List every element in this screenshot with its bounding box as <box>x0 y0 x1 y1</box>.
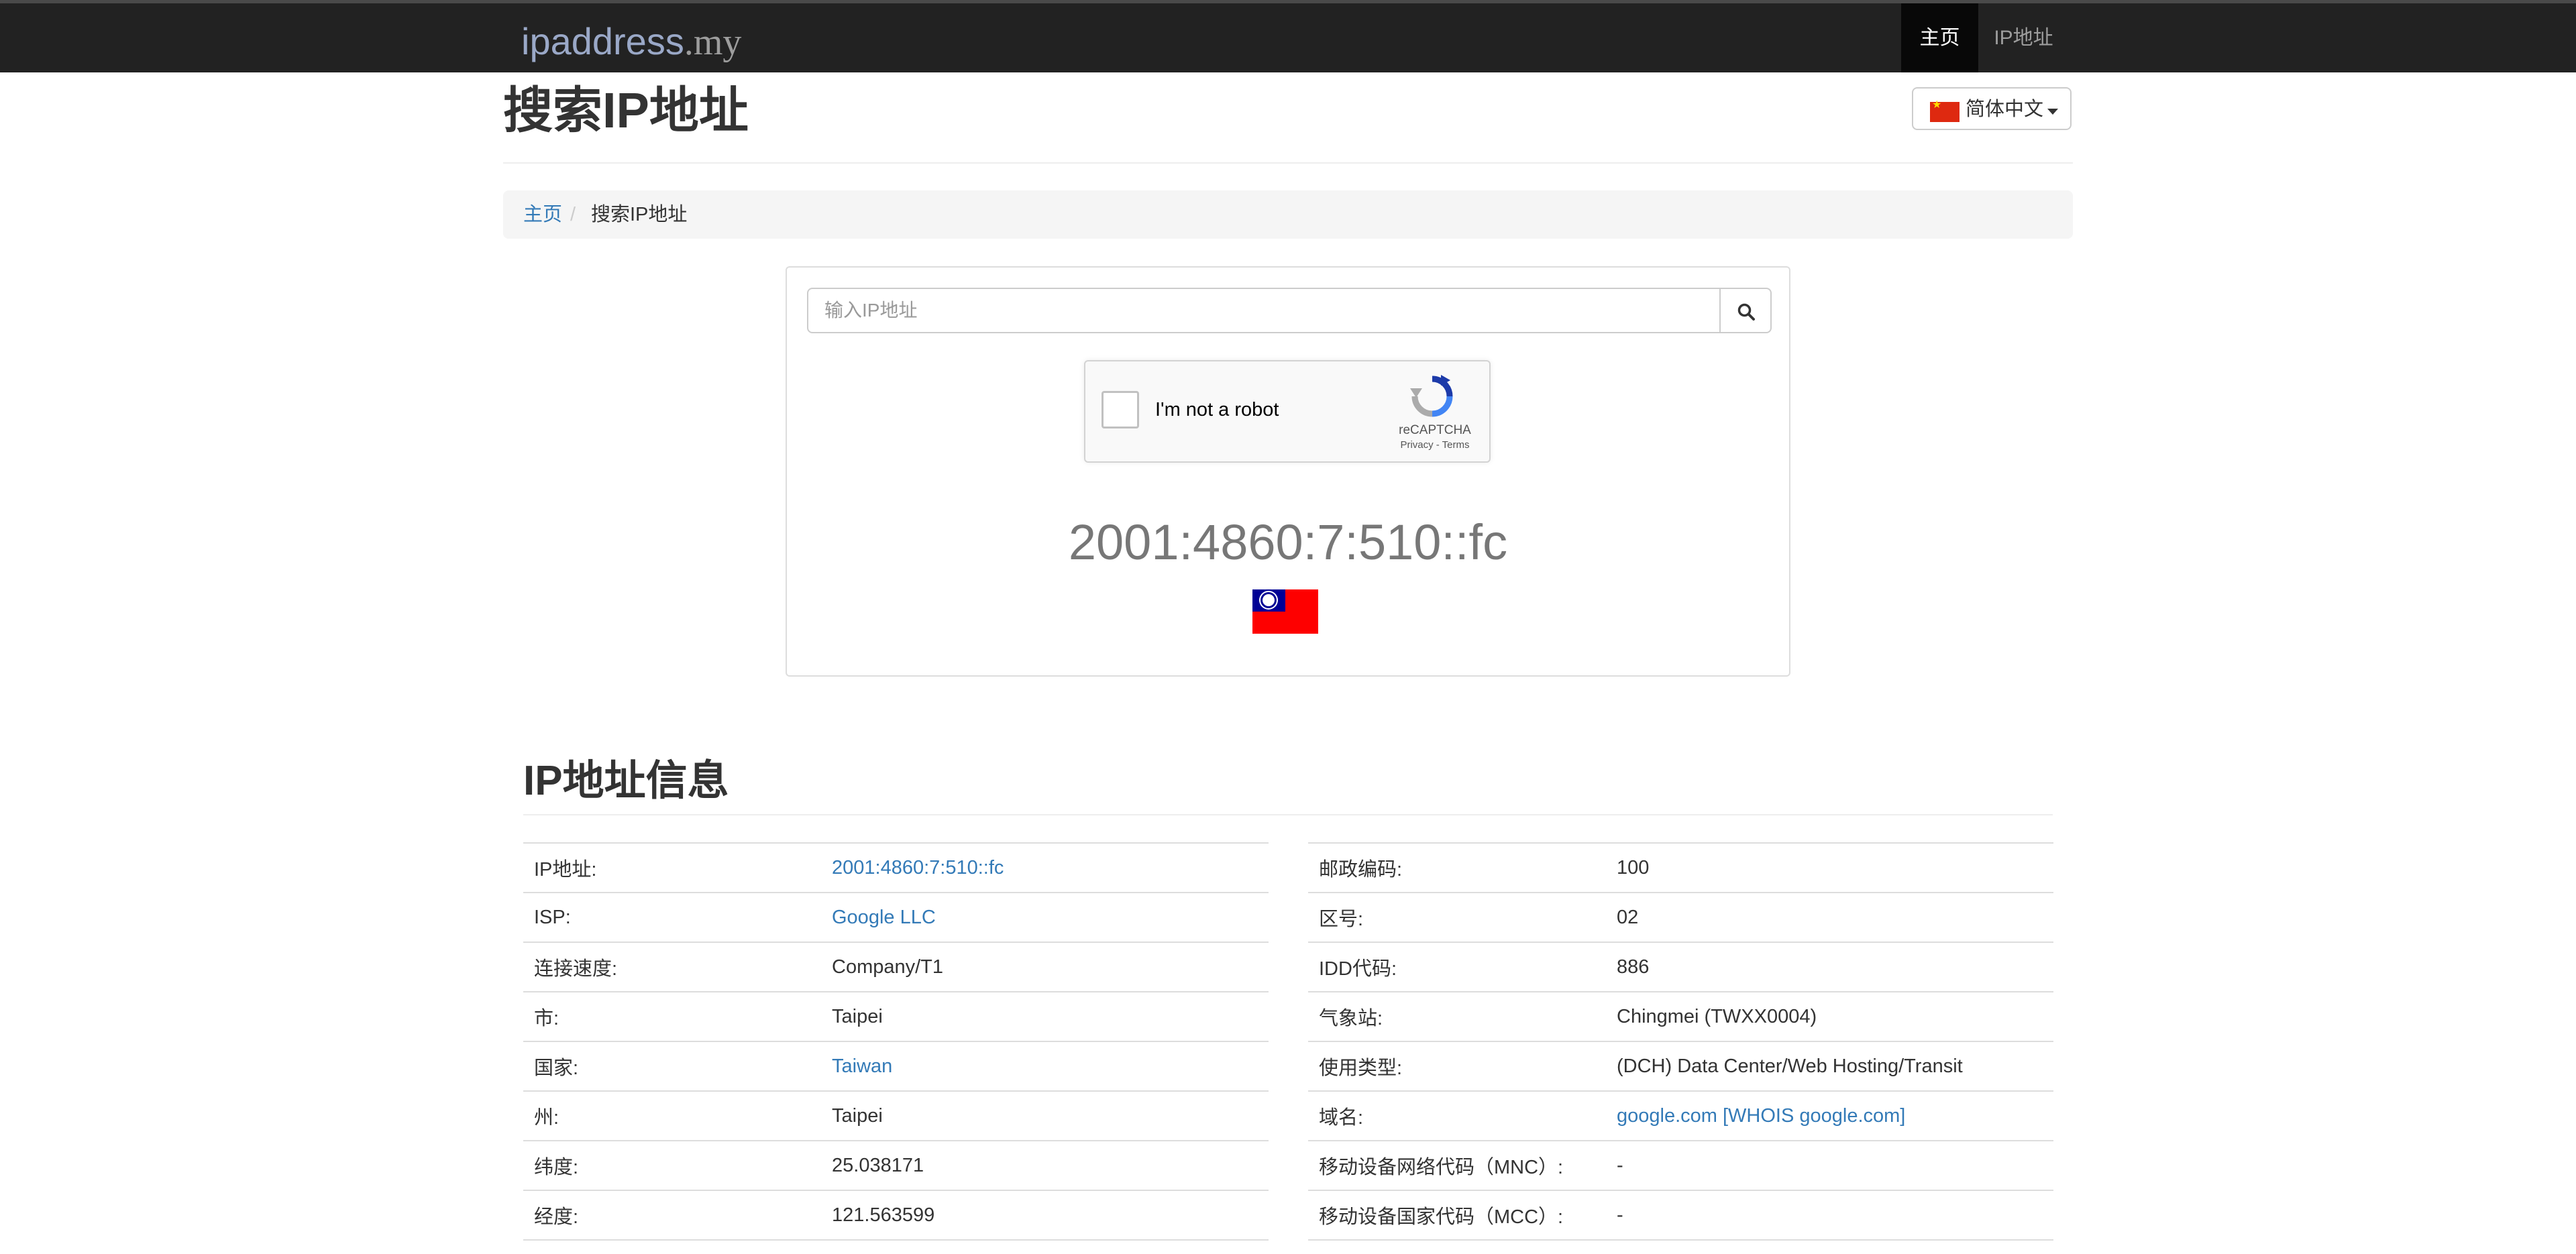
row-value: Taipei <box>821 1090 1269 1141</box>
domain-link[interactable]: google.com [WHOIS google.com] <box>1606 1090 2053 1141</box>
recaptcha-label: I'm not a robot <box>1155 399 1279 420</box>
table-row: 州: Taipei <box>523 1090 1269 1141</box>
search-icon <box>1737 303 1755 321</box>
breadcrumb-current: 搜索IP地址 <box>591 204 688 225</box>
row-label: 移动设备国家代码（MCC）: <box>1308 1190 1606 1241</box>
row-value: Taipei <box>821 991 1269 1041</box>
row-label: 使用类型: <box>1308 1041 1606 1091</box>
table-row: 域名: google.com [WHOIS google.com] <box>1308 1090 2053 1141</box>
table-row: 移动设备网络代码（MNC）: - <box>1308 1140 2053 1190</box>
china-flag-icon <box>1930 98 1960 122</box>
nav-home[interactable]: 主页 <box>1901 3 1978 72</box>
ip-address-link[interactable]: 2001:4860:7:510::fc <box>821 842 1269 893</box>
row-label: ISP: <box>523 892 821 942</box>
row-label: 经度: <box>523 1190 821 1241</box>
breadcrumb-separator: / <box>570 204 576 225</box>
table-row: 使用类型: (DCH) Data Center/Web Hosting/Trans… <box>1308 1041 2053 1091</box>
nav-ip-address[interactable]: IP地址 <box>1978 3 2069 72</box>
row-label: IP地址: <box>523 842 821 893</box>
row-value: 121.563599 <box>821 1190 1269 1241</box>
recaptcha-logo-icon <box>1410 375 1453 417</box>
row-value: 886 <box>1606 942 2053 992</box>
row-label: 国家: <box>523 1041 821 1091</box>
ip-info-title: IP地址信息 <box>523 758 729 804</box>
top-navbar: ipaddress.my 主页 IP地址 <box>0 0 2576 72</box>
recaptcha-widget: I'm not a robot reCAPTCHA Privacy - Term… <box>1084 360 1491 463</box>
caret-down-icon <box>2047 109 2058 115</box>
row-label: IDD代码: <box>1308 942 1606 992</box>
row-value: - <box>1606 1190 2053 1241</box>
section-divider <box>523 814 2053 815</box>
table-row: 移动设备国家代码（MCC）: - <box>1308 1190 2053 1241</box>
breadcrumb-home-link[interactable]: 主页 <box>523 190 562 239</box>
recaptcha-brand: reCAPTCHA <box>1399 423 1471 437</box>
brand-tld: .my <box>684 21 742 63</box>
country-link[interactable]: Taiwan <box>821 1041 1269 1091</box>
ip-info-table-right: 邮政编码: 100 区号: 02 IDD代码: 886 气象站: Chingmei (T… <box>1308 842 2053 1241</box>
breadcrumb: 主页 / 搜索IP地址 <box>503 190 2073 239</box>
row-label: 连接速度: <box>523 942 821 992</box>
ip-info-table-left: IP地址: 2001:4860:7:510::fc ISP: Google LLC … <box>523 842 1269 1241</box>
row-label: 州: <box>523 1090 821 1141</box>
row-label: 移动设备网络代码（MNC）: <box>1308 1140 1606 1190</box>
row-value: 02 <box>1606 892 2053 942</box>
language-dropdown[interactable]: 简体中文 <box>1912 87 2072 130</box>
row-value: 100 <box>1606 842 2053 893</box>
row-value: - <box>1606 1140 2053 1190</box>
row-label: 气象站: <box>1308 991 1606 1041</box>
row-value: Chingmei (TWXX0004) <box>1606 991 2053 1041</box>
row-label: 市: <box>523 991 821 1041</box>
table-row: 气象站: Chingmei (TWXX0004) <box>1308 991 2053 1041</box>
row-value: Company/T1 <box>821 942 1269 992</box>
row-value: 25.038171 <box>821 1140 1269 1190</box>
recaptcha-checkbox[interactable] <box>1102 391 1139 429</box>
row-value: (DCH) Data Center/Web Hosting/Transit <box>1606 1041 2053 1091</box>
table-row: 邮政编码: 100 <box>1308 842 2053 893</box>
taiwan-flag-icon <box>1252 589 1318 634</box>
table-row: 经度: 121.563599 <box>523 1190 1269 1241</box>
site-logo[interactable]: ipaddress.my <box>521 18 741 65</box>
table-row: 市: Taipei <box>523 991 1269 1041</box>
table-row: 国家: Taiwan <box>523 1041 1269 1091</box>
row-label: 域名: <box>1308 1090 1606 1141</box>
row-label: 纬度: <box>523 1140 821 1190</box>
ip-search-input[interactable] <box>807 288 1721 333</box>
table-row: ISP: Google LLC <box>523 892 1269 942</box>
table-row: 连接速度: Company/T1 <box>523 942 1269 992</box>
flag-sun <box>1263 594 1275 606</box>
isp-link[interactable]: Google LLC <box>821 892 1269 942</box>
search-panel: I'm not a robot reCAPTCHA Privacy - Term… <box>786 266 1790 677</box>
row-label: 区号: <box>1308 892 1606 942</box>
table-row: IP地址: 2001:4860:7:510::fc <box>523 842 1269 893</box>
row-label: 邮政编码: <box>1308 842 1606 893</box>
ip-result: 2001:4860:7:510::fc <box>1068 514 1508 570</box>
title-divider <box>503 162 2073 164</box>
search-button[interactable] <box>1719 288 1772 333</box>
table-row: 区号: 02 <box>1308 892 2053 942</box>
language-label: 简体中文 <box>1966 99 2044 120</box>
table-row: IDD代码: 886 <box>1308 942 2053 992</box>
brand-name: ipaddress <box>521 20 684 62</box>
page-title: 搜索IP地址 <box>503 82 749 138</box>
recaptcha-privacy-terms[interactable]: Privacy - Terms <box>1391 439 1479 451</box>
table-row: 纬度: 25.038171 <box>523 1140 1269 1190</box>
